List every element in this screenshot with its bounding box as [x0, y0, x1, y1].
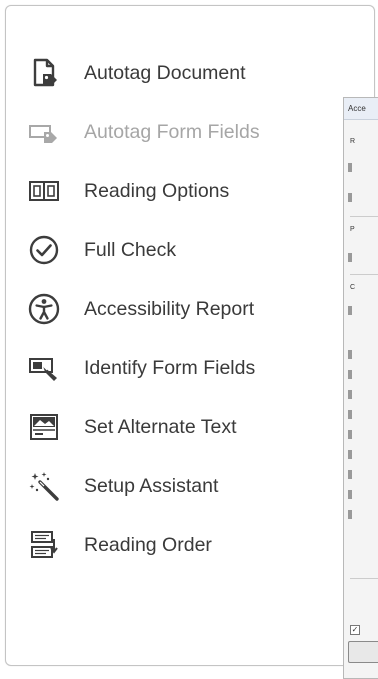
set-alternate-text-label: Set Alternate Text [84, 415, 237, 438]
set-alternate-text-item[interactable]: Set Alternate Text [28, 407, 328, 447]
setup-assistant-icon [29, 472, 59, 501]
full-check-icon [29, 235, 59, 265]
dialog-field-marker [348, 163, 352, 172]
dialog-button[interactable] [348, 641, 378, 663]
identify-form-fields-icon [29, 358, 57, 381]
dialog-field-marker [348, 450, 352, 459]
dialog-field-marker [348, 510, 352, 519]
dialog-title-bar: Acce [344, 98, 378, 120]
dialog-field-marker [348, 410, 352, 419]
autotag-form-fields-icon [29, 125, 57, 143]
dialog-divider [350, 216, 378, 217]
reading-options-label: Reading Options [84, 179, 230, 202]
reading-order-icon [31, 531, 58, 558]
dialog-field-marker [348, 490, 352, 499]
identify-form-fields-label: Identify Form Fields [84, 356, 256, 379]
autotag-document-label: Autotag Document [84, 61, 246, 84]
setup-assistant-label: Setup Assistant [84, 474, 219, 497]
full-check-item[interactable]: Full Check [28, 230, 328, 270]
dialog-group-label-c: C [350, 284, 356, 291]
autotag-document-icon [33, 58, 57, 87]
accessibility-report-item[interactable]: Accessibility Report [28, 289, 328, 329]
reading-order-item[interactable]: Reading Order [28, 525, 328, 565]
reading-options-item[interactable]: Reading Options [28, 171, 328, 211]
dialog-field-marker [348, 430, 352, 439]
dialog-field-marker [348, 370, 352, 379]
setup-assistant-item[interactable]: Setup Assistant [28, 466, 328, 506]
accessibility-tools-panel: Autotag Document Autotag Form Fields Rea… [5, 5, 375, 666]
reading-options-icon [29, 181, 59, 201]
accessibility-report-label: Accessibility Report [84, 297, 255, 320]
full-check-label: Full Check [84, 238, 177, 261]
autotag-form-fields-item[interactable]: Autotag Form Fields [28, 112, 328, 152]
dialog-field-marker [348, 306, 352, 315]
dialog-divider [350, 274, 378, 275]
autotag-form-fields-label: Autotag Form Fields [84, 120, 260, 143]
dialog-field-marker [348, 350, 352, 359]
autotag-document-item[interactable]: Autotag Document [28, 53, 328, 93]
accessibility-dialog: Acce R P C ✓ [343, 97, 378, 679]
dialog-checkbox[interactable]: ✓ [350, 625, 360, 635]
dialog-field-marker [348, 193, 352, 202]
reading-order-label: Reading Order [84, 533, 212, 556]
dialog-field-marker [348, 253, 352, 262]
accessibility-report-icon [28, 293, 60, 325]
identify-form-fields-item[interactable]: Identify Form Fields [28, 348, 328, 388]
dialog-group-label-p: P [350, 226, 355, 233]
dialog-divider [350, 578, 378, 579]
dialog-field-marker [348, 470, 352, 479]
dialog-field-marker [348, 390, 352, 399]
dialog-group-label-r: R [350, 138, 356, 145]
set-alternate-text-icon [30, 414, 58, 440]
